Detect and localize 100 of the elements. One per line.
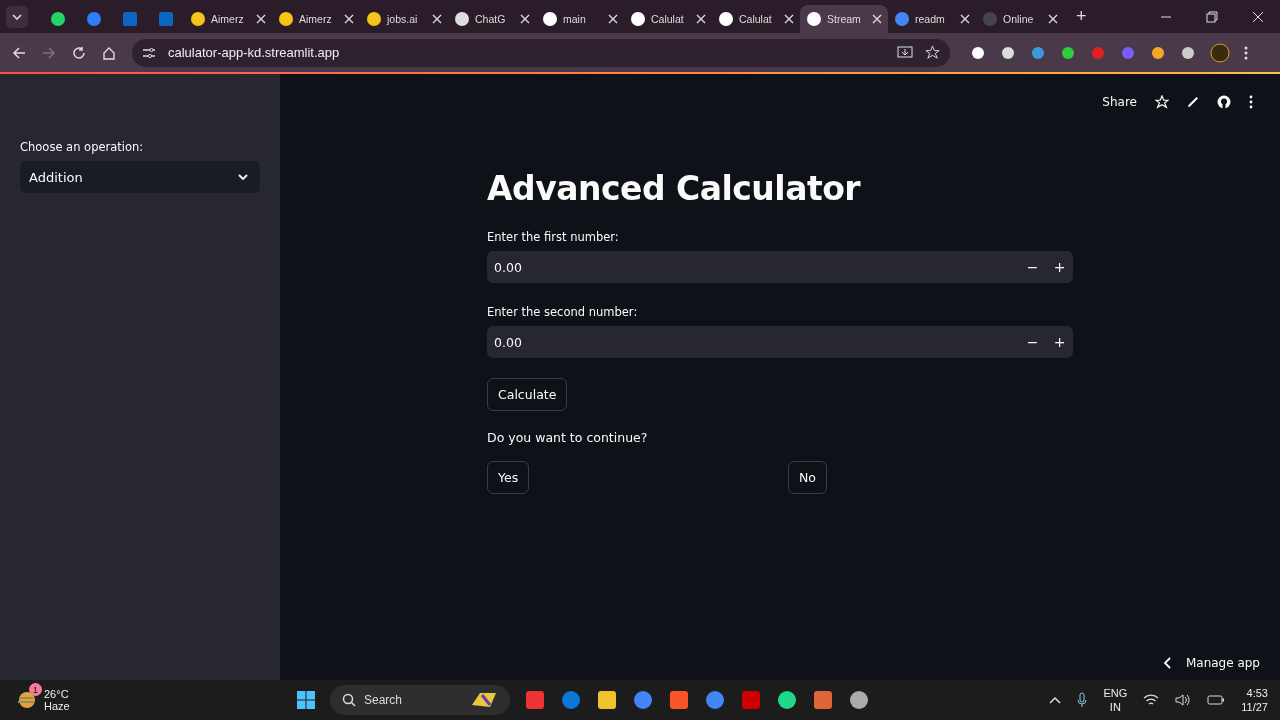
address-bar[interactable]: calulator-app-kd.streamlit.app [132, 38, 950, 67]
clock[interactable]: 4:53 11/27 [1241, 685, 1268, 715]
close-icon[interactable] [344, 14, 354, 24]
close-icon[interactable] [1048, 14, 1058, 24]
field-label: Enter the second number: [487, 305, 639, 319]
close-icon[interactable] [784, 14, 794, 24]
site-icon [718, 11, 734, 27]
extension-icon[interactable] [1060, 44, 1076, 61]
url-text: calulator-app-kd.streamlit.app [168, 45, 340, 60]
site-icon [894, 11, 910, 27]
choice-button[interactable]: No [788, 461, 827, 494]
github-icon[interactable] [1217, 95, 1231, 109]
windows-start-icon[interactable] [296, 690, 316, 710]
site-icon [982, 11, 998, 27]
search-icon [342, 693, 356, 707]
taskbar-app-icon[interactable] [596, 689, 618, 711]
notification-badge: 1 [29, 683, 42, 696]
chevron-icon [12, 13, 22, 20]
taskbar-app-icon[interactable] [776, 689, 798, 711]
browser-tab[interactable]: Stream [800, 5, 888, 33]
browser-tab[interactable]: main [536, 5, 624, 33]
tab-title: Calulat [739, 13, 773, 25]
taskbar-app-icon[interactable] [524, 689, 546, 711]
close-icon[interactable] [432, 14, 442, 24]
new-tab-button[interactable]: + [1076, 6, 1087, 27]
menu-icon[interactable] [1249, 95, 1253, 109]
microphone-icon[interactable] [1077, 692, 1088, 708]
extension-icon[interactable] [1000, 44, 1016, 61]
star-icon[interactable] [925, 45, 940, 60]
extension-icon[interactable] [1150, 44, 1166, 61]
site-icon [366, 11, 382, 27]
browser-tab[interactable]: Calulat [712, 5, 800, 33]
site-icon [542, 11, 558, 27]
back-icon[interactable] [12, 45, 26, 60]
close-icon[interactable] [520, 14, 530, 24]
caret-icon [238, 174, 248, 180]
weather-condition: Haze [44, 700, 70, 712]
home-icon[interactable] [102, 45, 116, 60]
calculate-button[interactable]: Calculate [487, 378, 568, 411]
increment-button[interactable]: + [1046, 251, 1073, 283]
site-settings-icon[interactable] [142, 45, 156, 60]
browser-tab[interactable]: Calulat [624, 5, 712, 33]
browser-tab[interactable]: readm [888, 5, 976, 33]
site-icon [158, 11, 174, 27]
site-icon [454, 11, 470, 27]
install-icon[interactable] [897, 45, 913, 60]
choice-button[interactable]: Yes [487, 461, 530, 494]
site-icon [806, 11, 822, 27]
menu-icon[interactable] [1244, 44, 1248, 61]
close-icon[interactable] [872, 14, 882, 24]
browser-tab[interactable]: ChatG [448, 5, 536, 33]
browser-tab[interactable]: Aimerz [184, 5, 272, 33]
manage-app-button[interactable]: Manage app [1163, 656, 1260, 670]
site-icon [122, 11, 138, 27]
decrement-button[interactable]: − [1019, 326, 1046, 358]
close-icon[interactable] [696, 14, 706, 24]
site-icon [190, 11, 206, 27]
tab-title: Online [1003, 13, 1035, 25]
site-icon [278, 11, 294, 27]
close-icon[interactable] [1252, 10, 1264, 23]
number-input[interactable]: 0.00 [487, 251, 1019, 283]
tab-title: readm [915, 13, 946, 25]
browser-tab[interactable]: jobs.ai [360, 5, 448, 33]
site-icon [630, 11, 646, 27]
reload-icon[interactable] [72, 45, 86, 60]
question-text: Do you want to continue? [487, 430, 649, 445]
taskbar-app-icon[interactable] [632, 689, 654, 711]
tab-search-button[interactable] [6, 5, 28, 28]
operation-dropdown[interactable]: Addition [20, 161, 260, 193]
extension-icon[interactable] [1180, 44, 1196, 61]
taskbar-app-icon[interactable] [704, 689, 726, 711]
tab-title: Calulat [651, 13, 685, 25]
tab-title: Stream [827, 13, 862, 25]
extension-icon[interactable] [970, 44, 986, 61]
restore-icon[interactable] [1206, 10, 1218, 23]
close-icon[interactable] [960, 14, 970, 24]
chevron-icon [1163, 657, 1172, 669]
battery-icon[interactable] [1207, 694, 1226, 706]
tab-title: Aimerz [299, 13, 333, 25]
profile-avatar[interactable] [1210, 42, 1230, 63]
chevron-up-icon[interactable] [1049, 696, 1062, 704]
close-icon[interactable] [256, 14, 266, 24]
page-title: Advanced Calculator [487, 169, 862, 208]
taskbar-search-field[interactable]: Search [330, 685, 510, 715]
taskbar-app-icon[interactable] [668, 689, 690, 711]
number-input[interactable]: 0.00 [487, 326, 1019, 358]
language-indicator[interactable]: ENG IN [1103, 685, 1128, 715]
tab-title: main [563, 13, 587, 25]
increment-button[interactable]: + [1046, 326, 1073, 358]
browser-tab[interactable]: Online [976, 5, 1064, 33]
temperature-text: 26°C [44, 688, 70, 700]
close-icon[interactable] [608, 14, 618, 24]
share-button[interactable]: Share [1102, 95, 1137, 109]
pencil-icon[interactable] [1187, 96, 1199, 108]
volume-icon[interactable] [1175, 693, 1192, 707]
tab-title: ChatG [475, 13, 507, 25]
taskbar-app-icon[interactable] [812, 689, 834, 711]
wifi-icon[interactable] [1143, 693, 1160, 707]
browser-tab[interactable]: Aimerz [272, 5, 360, 33]
decrement-button[interactable]: − [1019, 251, 1046, 283]
